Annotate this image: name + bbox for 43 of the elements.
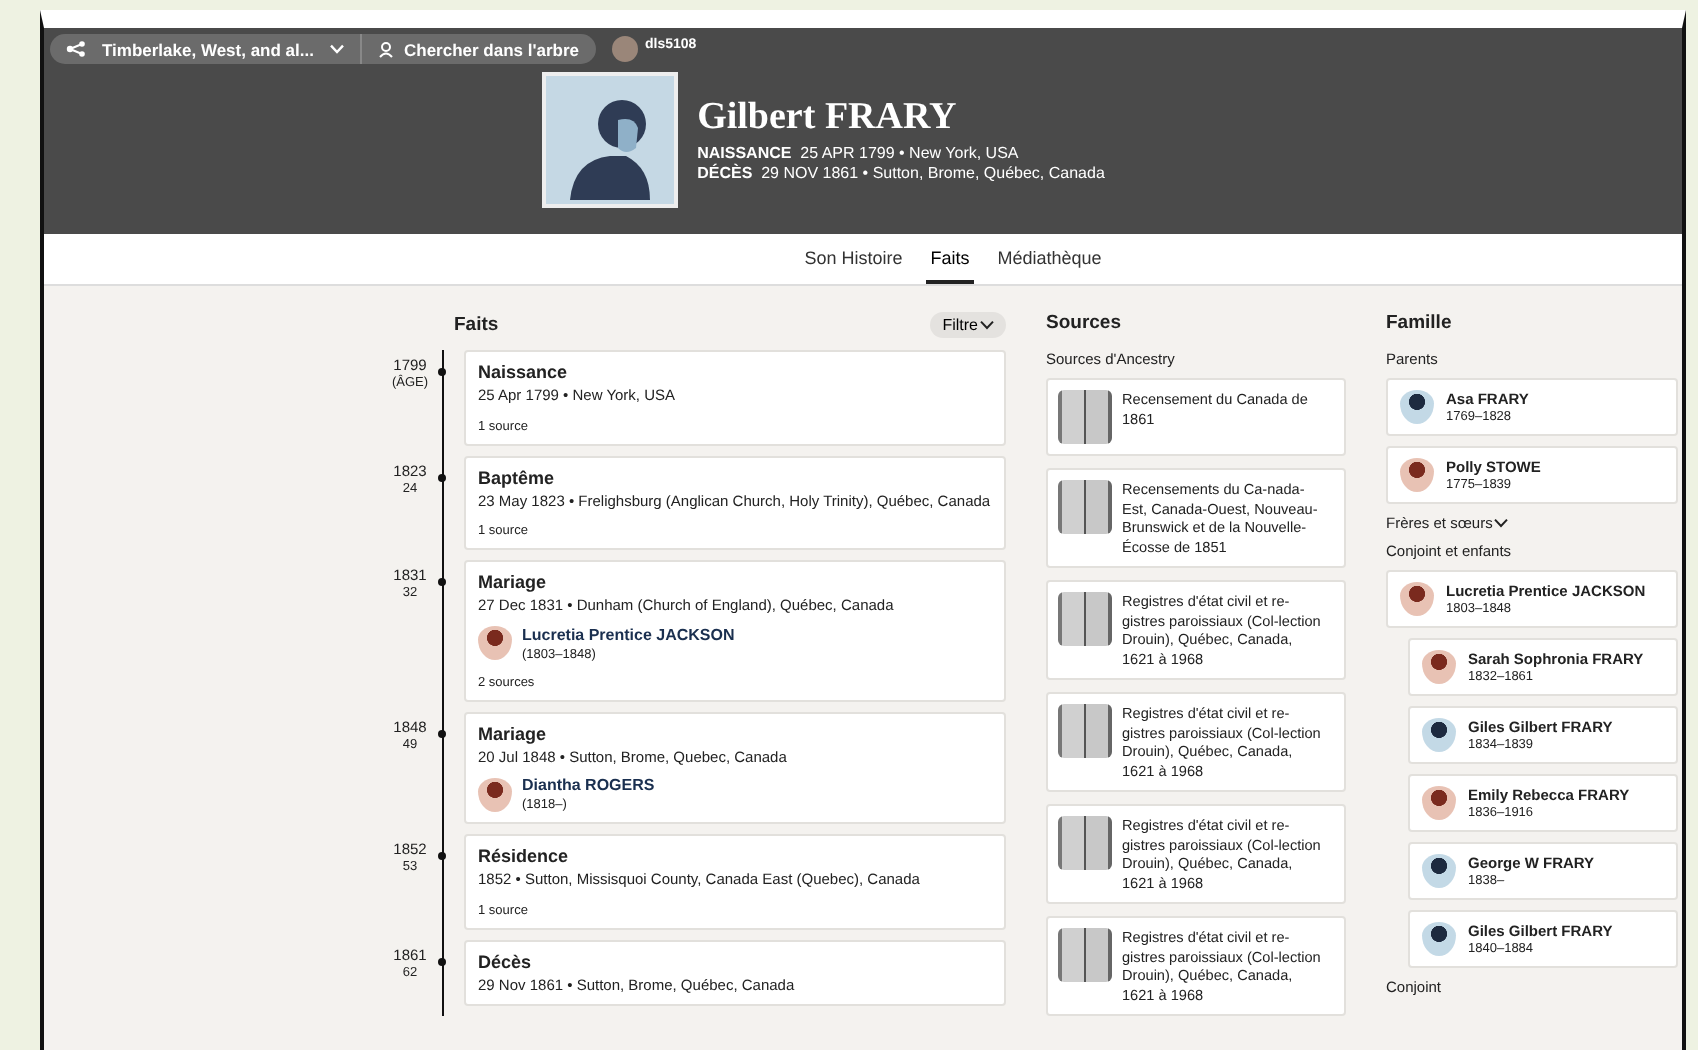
chevron-icon xyxy=(1494,518,1509,528)
death-info: DÉCÈS 29 NOV 1861 • Sutton, Brome, Québec, Canada xyxy=(697,164,1105,184)
fact-title: Mariage xyxy=(478,572,547,592)
sources-heading: Sources xyxy=(1046,310,1123,338)
tab[interactable]: Son Histoire xyxy=(800,234,907,284)
document-thumbnail xyxy=(1058,928,1112,982)
fact-title: Baptême xyxy=(478,467,555,487)
spouse-name[interactable]: Diantha ROGERS xyxy=(522,776,655,794)
tree-icon xyxy=(66,40,86,58)
search-tree-button[interactable]: Chercher dans l'arbre xyxy=(359,34,596,64)
person-avatar-icon xyxy=(1422,922,1456,956)
fact-title: Résidence xyxy=(478,846,569,866)
document-thumbnail xyxy=(1058,480,1112,534)
person-avatar-icon xyxy=(478,777,512,811)
fact-title: Mariage xyxy=(478,723,547,743)
person-avatar-icon xyxy=(1400,390,1434,424)
family-heading: Famille xyxy=(1386,310,1454,338)
profile-silhouette-icon xyxy=(541,72,678,208)
spouse-name[interactable]: Lucretia Prentice JACKSON xyxy=(522,625,735,643)
chevron-icon xyxy=(329,44,344,54)
person-search-icon xyxy=(377,41,394,57)
person-avatar-icon xyxy=(1400,582,1434,616)
document-thumbnail xyxy=(1058,390,1112,444)
person-name: Gilbert FRARY xyxy=(697,96,959,140)
tree-selector[interactable]: Timberlake, West, and al... xyxy=(50,34,360,64)
document-thumbnail xyxy=(1058,704,1112,758)
birth-info: NAISSANCE 25 APR 1799 • New York, USA xyxy=(697,144,1021,163)
person-avatar-icon xyxy=(1422,718,1456,752)
person-avatar-icon xyxy=(478,626,512,660)
filter-button[interactable]: Filtre xyxy=(930,311,1006,337)
tab[interactable]: Médiathèque xyxy=(993,234,1106,284)
tab[interactable]: Faits xyxy=(926,234,974,284)
fact-title: Décès xyxy=(478,951,532,971)
person-avatar-icon xyxy=(1422,650,1456,684)
person-avatar-icon xyxy=(1400,458,1434,492)
person-avatar-icon xyxy=(1422,854,1456,888)
user-avatar[interactable] xyxy=(611,36,638,62)
document-thumbnail xyxy=(1058,816,1112,870)
chevron-icon xyxy=(980,319,994,329)
facts-heading: Faits xyxy=(454,313,499,335)
document-thumbnail xyxy=(1058,592,1112,646)
person-avatar-icon xyxy=(1422,786,1456,820)
fact-title: Naissance xyxy=(478,362,568,382)
